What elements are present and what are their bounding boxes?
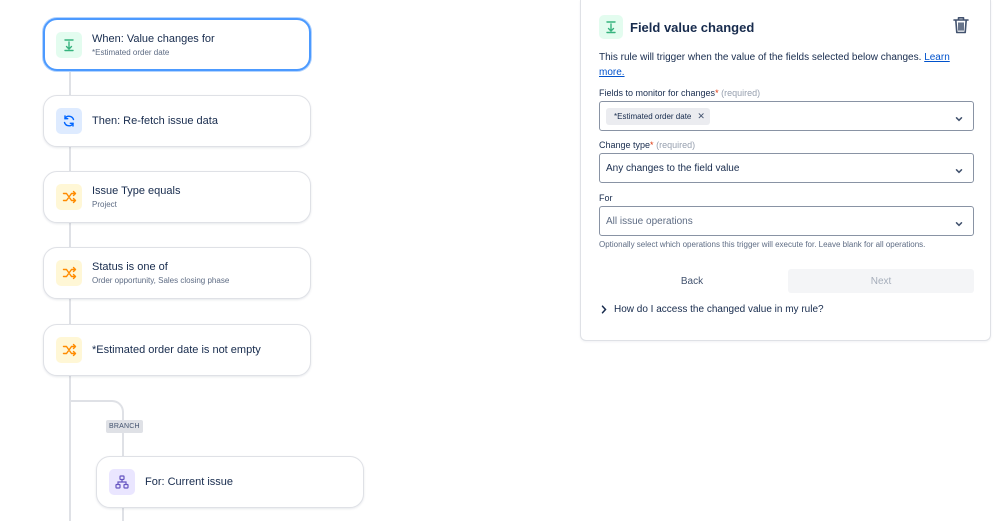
next-button[interactable]: Next (788, 269, 974, 293)
node-title: Issue Type equals (92, 185, 181, 197)
condition-node-status[interactable]: Status is one of Order opportunity, Sale… (43, 247, 311, 299)
shuffle-icon (56, 184, 82, 210)
chevron-right-icon (601, 305, 607, 314)
node-subtitle: Order opportunity, Sales closing phase (92, 276, 230, 285)
chevron-down-icon (954, 111, 964, 129)
node-title: Then: Re-fetch issue data (92, 115, 218, 127)
hierarchy-icon (109, 469, 135, 495)
flow-connector (69, 298, 71, 324)
node-subtitle: Project (92, 200, 117, 209)
branch-node-current-issue[interactable]: For: Current issue (96, 456, 364, 508)
node-subtitle: *Estimated order date (92, 47, 170, 57)
shuffle-icon (56, 337, 82, 363)
trigger-icon (56, 31, 82, 58)
branch-tag: BRANCH (106, 420, 143, 433)
for-hint: Optionally select which operations this … (599, 240, 926, 249)
chevron-down-icon (954, 163, 964, 181)
fields-label: Fields to monitor for changes* (required… (599, 88, 761, 98)
trigger-icon (599, 15, 623, 39)
flow-connector (69, 146, 71, 172)
node-title: When: Value changes for (92, 32, 215, 45)
back-button[interactable]: Back (601, 269, 783, 293)
panel-description: This rule will trigger when the value of… (599, 52, 950, 78)
field-chip: *Estimated order date ✕ (606, 107, 710, 125)
trash-icon[interactable] (952, 15, 970, 40)
condition-node-not-empty[interactable]: *Estimated order date is not empty (43, 324, 311, 376)
changed-value-help-expander[interactable]: How do I access the changed value in my … (601, 304, 824, 315)
action-node-refetch[interactable]: Then: Re-fetch issue data (43, 95, 311, 147)
flow-connector (69, 70, 71, 96)
node-title: *Estimated order date is not empty (92, 344, 261, 356)
change-type-label: Change type* (required) (599, 140, 696, 150)
trigger-config-panel: Field value changed This rule will trigg… (580, 0, 991, 341)
change-type-select[interactable]: Any changes to the field value (599, 153, 974, 183)
refresh-icon (56, 108, 82, 134)
node-title: Status is one of (92, 261, 168, 273)
for-select[interactable]: All issue operations (599, 206, 974, 236)
flow-connector (122, 507, 124, 521)
for-label: For (599, 193, 613, 203)
panel-title: Field value changed (630, 19, 755, 35)
fields-to-monitor-select[interactable]: *Estimated order date ✕ (599, 101, 974, 131)
shuffle-icon (56, 260, 82, 286)
trigger-node[interactable]: When: Value changes for *Estimated order… (43, 18, 311, 71)
condition-node-issue-type[interactable]: Issue Type equals Project (43, 171, 311, 223)
remove-chip-icon[interactable]: ✕ (697, 111, 705, 122)
node-title: For: Current issue (145, 476, 234, 488)
flow-connector (69, 222, 71, 248)
chevron-down-icon (954, 216, 964, 234)
